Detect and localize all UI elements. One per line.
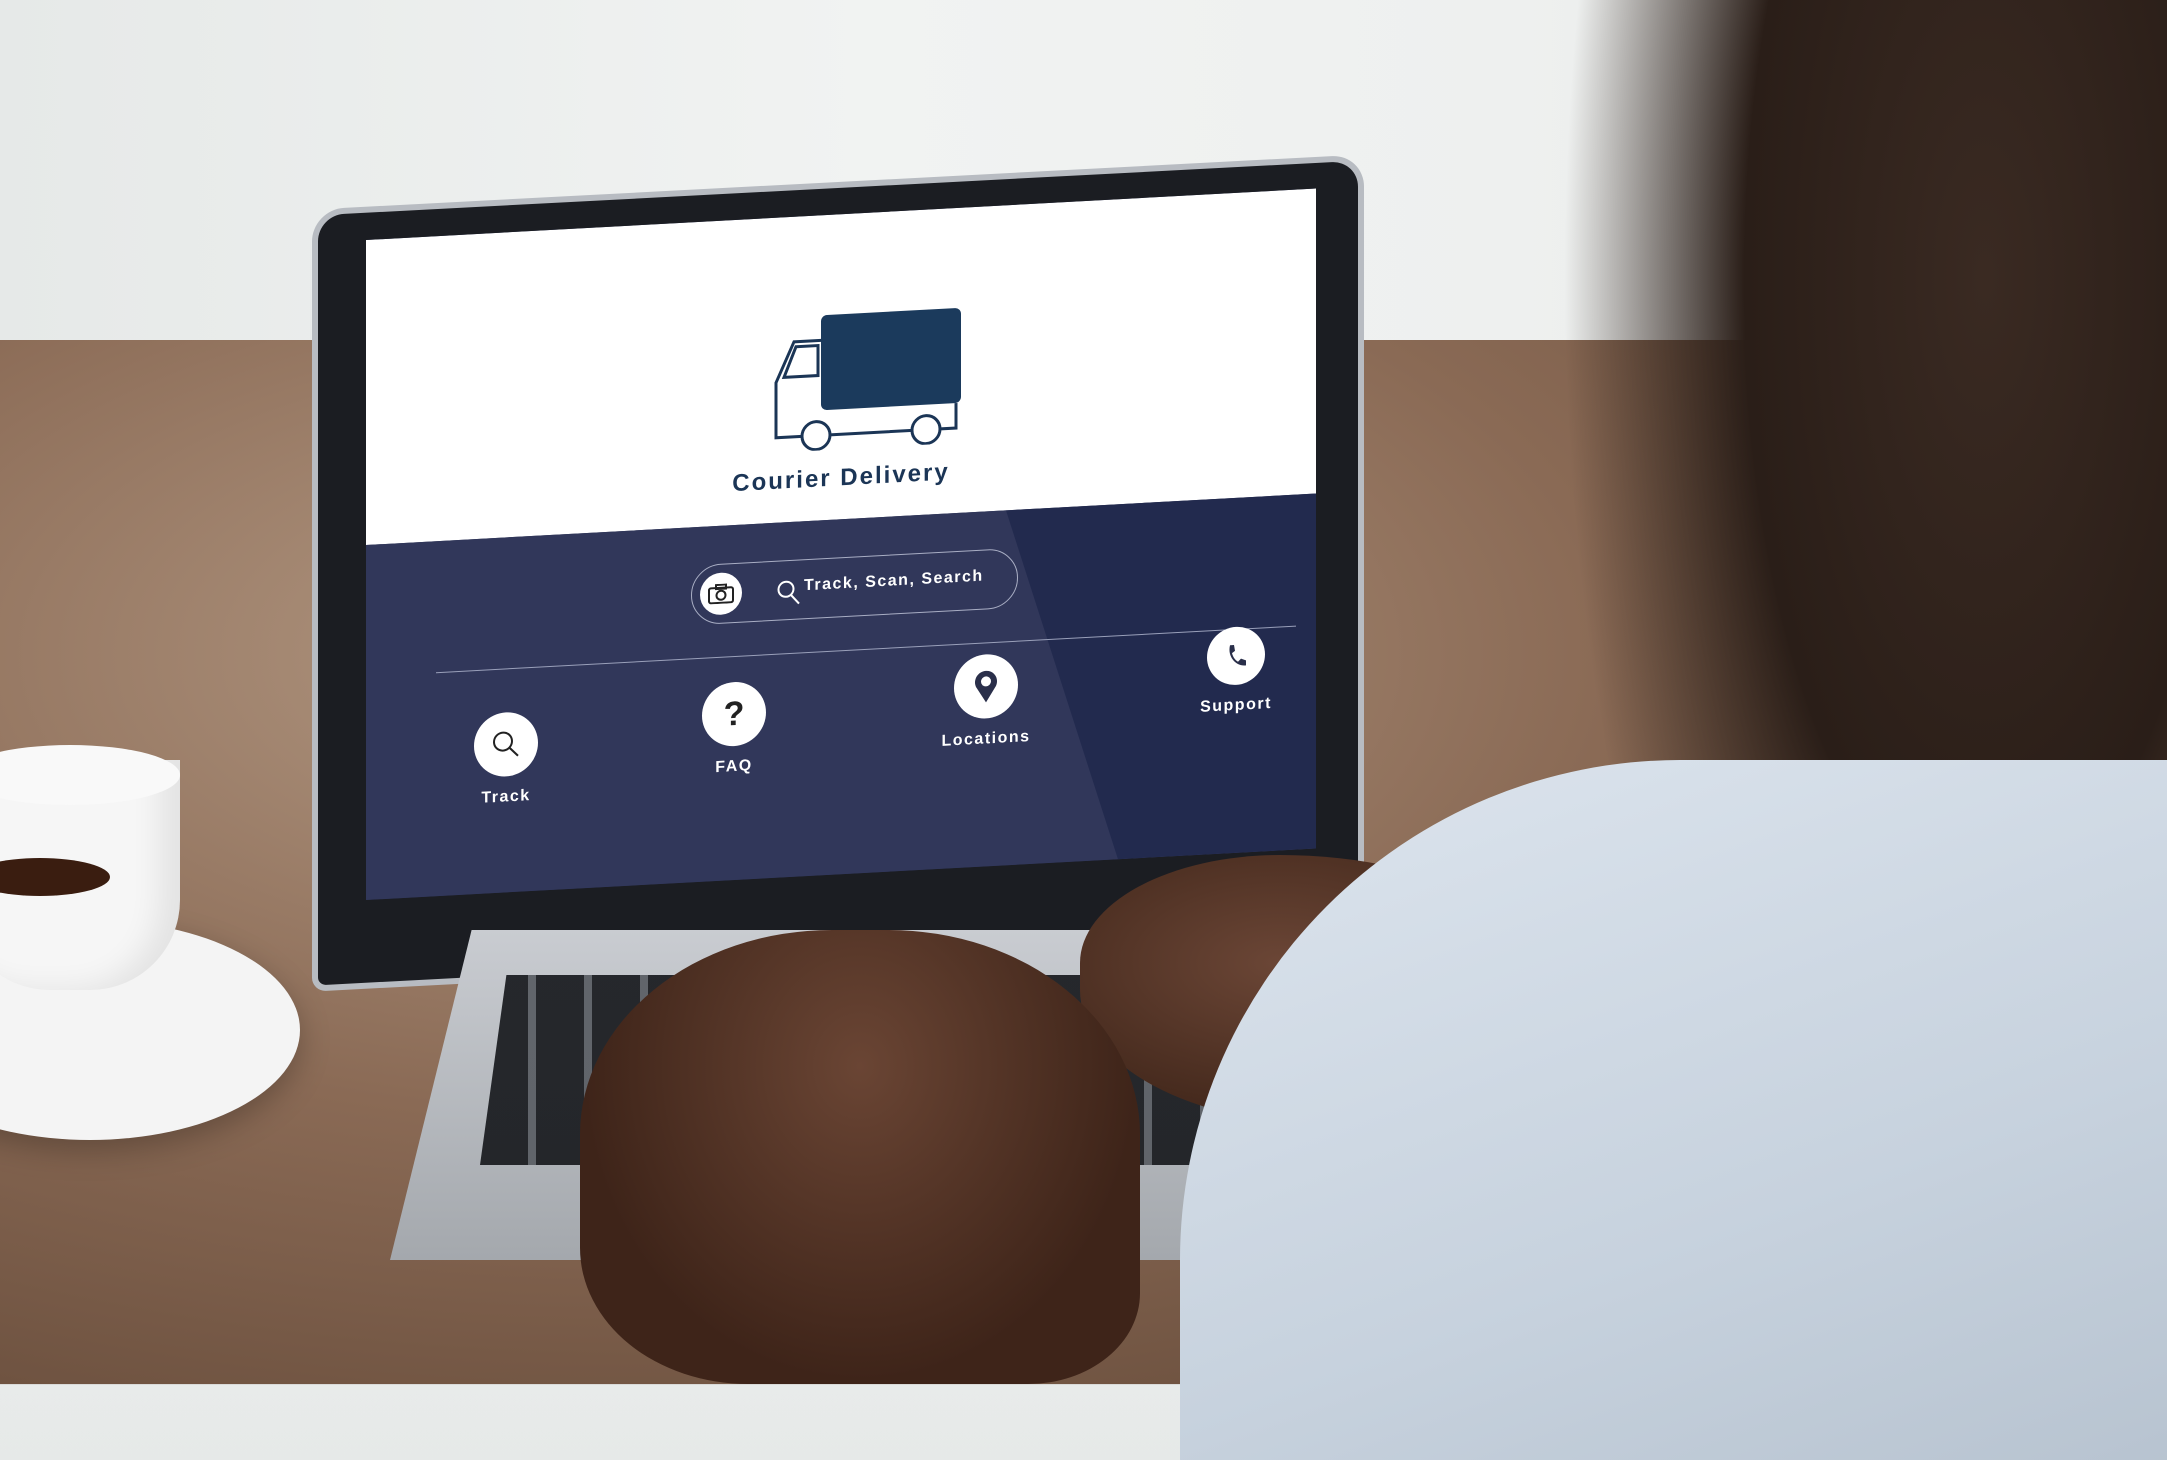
nav-track[interactable]: Track xyxy=(426,708,586,811)
site-header: Courier Delivery xyxy=(366,188,1316,545)
camera-scan-button[interactable] xyxy=(700,571,742,616)
faq-button[interactable]: ? xyxy=(702,680,766,748)
locations-button[interactable] xyxy=(954,652,1018,721)
support-button[interactable] xyxy=(1207,625,1265,687)
laptop-screen: Courier Delivery Track, Scan, Search Tra… xyxy=(366,188,1316,901)
phone-icon xyxy=(1229,644,1246,666)
nav-support[interactable]: Support xyxy=(1156,623,1316,720)
map-pin-icon xyxy=(975,670,997,703)
truck-icon xyxy=(774,308,961,452)
search-icon xyxy=(493,731,519,757)
search-icon xyxy=(777,580,800,605)
nav-faq[interactable]: ? FAQ xyxy=(654,678,814,781)
search-input[interactable]: Track, Scan, Search xyxy=(804,568,984,596)
left-hand xyxy=(580,930,1140,1384)
track-button[interactable] xyxy=(474,710,538,779)
nav-locations[interactable]: Locations xyxy=(906,650,1066,753)
question-icon: ? xyxy=(723,694,745,734)
camera-icon xyxy=(708,583,734,605)
